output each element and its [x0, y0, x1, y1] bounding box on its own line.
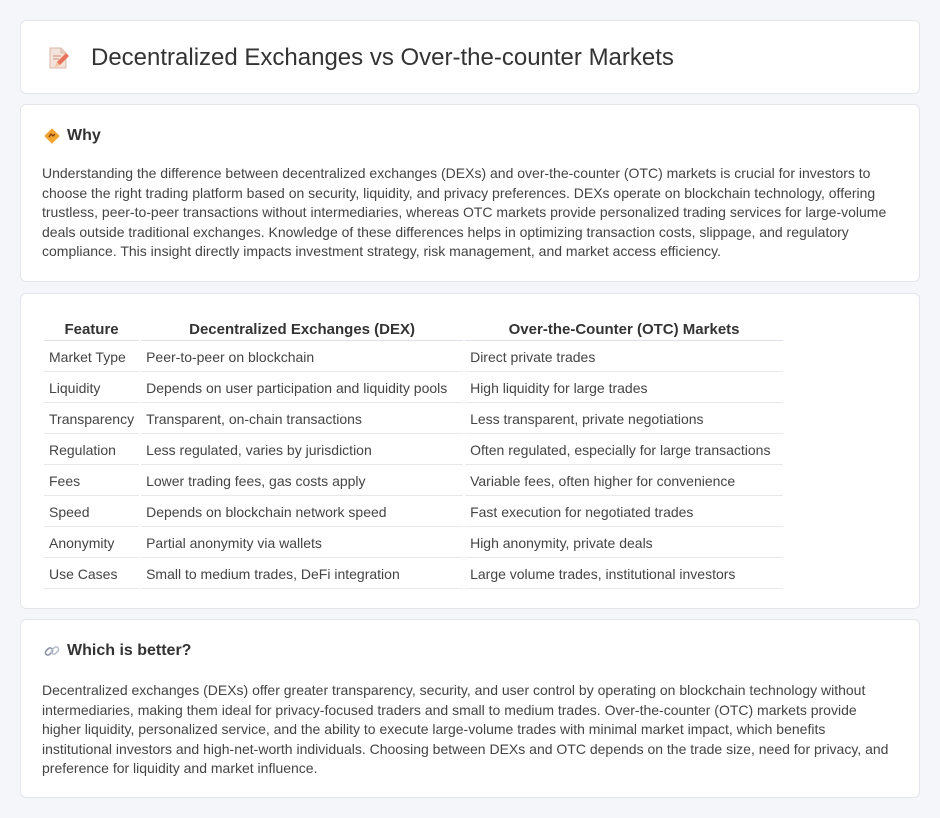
better-heading: Which is better?	[67, 642, 192, 659]
table-cell-dex: Small to medium trades, DeFi integration	[141, 560, 464, 589]
link-icon	[43, 642, 61, 660]
why-heading-row: Why	[43, 127, 101, 145]
table-cell-feature: Transparency	[44, 405, 140, 434]
table-cell-feature: Liquidity	[44, 374, 140, 403]
table-cell-feature: Anonymity	[44, 529, 140, 558]
table-cell-dex: Less regulated, varies by jurisdiction	[141, 436, 464, 465]
table-cell-feature: Fees	[44, 467, 140, 496]
table-cell-dex: Depends on user participation and liquid…	[141, 374, 464, 403]
table-cell-otc: Large volume trades, institutional inves…	[465, 560, 784, 589]
table-cell-otc: High anonymity, private deals	[465, 529, 784, 558]
better-heading-row: Which is better?	[43, 642, 191, 660]
table-row: Transparency Transparent, on-chain trans…	[44, 405, 784, 434]
column-header-feature: Feature	[44, 316, 140, 341]
table-cell-dex: Transparent, on-chain transactions	[141, 405, 464, 434]
table-header-row: Feature Decentralized Exchanges (DEX) Ov…	[44, 316, 784, 341]
comparison-table: Feature Decentralized Exchanges (DEX) Ov…	[42, 314, 785, 591]
comparison-section: Feature Decentralized Exchanges (DEX) Ov…	[20, 293, 920, 609]
table-row: Regulation Less regulated, varies by jur…	[44, 436, 784, 465]
table-cell-dex: Depends on blockchain network speed	[141, 498, 464, 527]
title-row: Decentralized Exchanges vs Over-the-coun…	[45, 21, 674, 95]
table-row: Speed Depends on blockchain network spee…	[44, 498, 784, 527]
page-title: Decentralized Exchanges vs Over-the-coun…	[91, 44, 674, 71]
why-heading: Why	[67, 127, 101, 144]
column-header-otc: Over-the-Counter (OTC) Markets	[465, 316, 784, 341]
table-cell-dex: Peer-to-peer on blockchain	[141, 343, 464, 372]
table-row: Fees Lower trading fees, gas costs apply…	[44, 467, 784, 496]
table-row: Liquidity Depends on user participation …	[44, 374, 784, 403]
table-cell-otc: Often regulated, especially for large tr…	[465, 436, 784, 465]
why-section: Why Understanding the difference between…	[20, 104, 920, 282]
table-row: Use Cases Small to medium trades, DeFi i…	[44, 560, 784, 589]
table-cell-otc: Fast execution for negotiated trades	[465, 498, 784, 527]
table-cell-dex: Lower trading fees, gas costs apply	[141, 467, 464, 496]
table-cell-feature: Market Type	[44, 343, 140, 372]
table-row: Anonymity Partial anonymity via wallets …	[44, 529, 784, 558]
better-text: Decentralized exchanges (DEXs) offer gre…	[42, 682, 889, 777]
table-cell-otc: High liquidity for large trades	[465, 374, 784, 403]
table-cell-feature: Use Cases	[44, 560, 140, 589]
table-cell-feature: Speed	[44, 498, 140, 527]
document-pencil-icon	[45, 45, 71, 71]
title-card: Decentralized Exchanges vs Over-the-coun…	[20, 20, 920, 94]
which-is-better-section: Which is better? Decentralized exchanges…	[20, 619, 920, 798]
table-row: Market Type Peer-to-peer on blockchain D…	[44, 343, 784, 372]
table-cell-feature: Regulation	[44, 436, 140, 465]
column-header-dex: Decentralized Exchanges (DEX)	[141, 316, 464, 341]
table-cell-otc: Direct private trades	[465, 343, 784, 372]
diamond-sign-icon	[43, 127, 61, 145]
table-cell-otc: Variable fees, often higher for convenie…	[465, 467, 784, 496]
why-text: Understanding the difference between dec…	[42, 165, 887, 260]
table-cell-dex: Partial anonymity via wallets	[141, 529, 464, 558]
table-cell-otc: Less transparent, private negotiations	[465, 405, 784, 434]
